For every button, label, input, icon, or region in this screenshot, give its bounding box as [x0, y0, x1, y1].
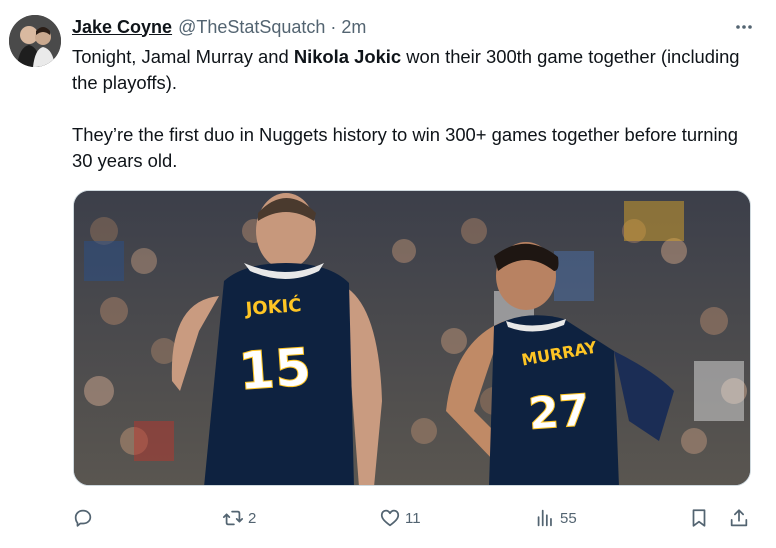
views-count: 55	[560, 509, 577, 527]
tweet[interactable]: Jake Coyne @TheStatSquatch · 2m Tonight,…	[0, 0, 776, 548]
tweet-text: Tonight, Jamal Murray and Nikola Jokic w…	[72, 44, 762, 174]
like-button[interactable]: 11	[379, 503, 421, 533]
bookmark-button[interactable]	[688, 503, 710, 533]
separator-dot: ·	[330, 16, 337, 37]
tweet-text-segment: Tonight, Jamal Murray and	[72, 46, 294, 67]
retweet-button[interactable]: 2	[222, 503, 256, 533]
action-bar: 2 11 55	[72, 503, 756, 533]
author-display-name[interactable]: Jake Coyne	[72, 17, 172, 38]
bookmark-icon	[692, 509, 706, 527]
share-icon	[730, 509, 748, 527]
retweet-icon	[222, 510, 244, 526]
retweet-count: 2	[248, 509, 257, 527]
jersey-left-number: 15	[237, 338, 313, 403]
like-count: 11	[405, 509, 421, 527]
author-handle[interactable]: @TheStatSquatch	[178, 17, 325, 38]
jersey-right-number: 27	[527, 385, 592, 440]
tweet-photo[interactable]: JOKIĆ 15 MURRAY 27	[73, 190, 751, 486]
jersey-left-name: JOKIĆ	[243, 294, 302, 320]
share-button[interactable]	[728, 503, 750, 533]
reply-icon	[74, 509, 92, 527]
more-options-button[interactable]	[732, 15, 756, 39]
reply-button[interactable]	[72, 503, 94, 533]
avatar-photo	[9, 15, 61, 67]
views-icon	[537, 509, 552, 527]
tweet-paragraph-2: They’re the first duo in Nuggets history…	[72, 124, 739, 171]
tweet-header: Jake Coyne @TheStatSquatch · 2m	[72, 15, 756, 39]
heart-icon	[380, 509, 400, 527]
tweet-text-bold: Nikola Jokic	[293, 46, 402, 67]
avatar[interactable]	[9, 15, 61, 67]
tweet-paragraph-1: Tonight, Jamal Murray and Nikola Jokic w…	[72, 44, 762, 96]
more-icon	[736, 25, 752, 29]
views-button[interactable]: 55	[534, 503, 577, 533]
players-photo: JOKIĆ 15 MURRAY 27	[74, 191, 750, 485]
tweet-timestamp[interactable]: 2m	[341, 17, 366, 38]
